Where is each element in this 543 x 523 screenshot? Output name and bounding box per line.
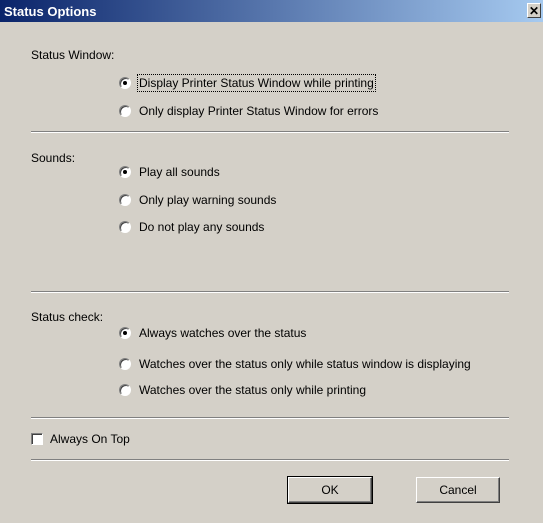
ok-button-label: OK xyxy=(321,483,339,497)
separator xyxy=(31,291,509,293)
status-options-dialog: Status Options ✕ Status Window: Display … xyxy=(0,0,543,523)
radio-display-while-printing[interactable]: Display Printer Status Window while prin… xyxy=(119,74,376,92)
radio-unselected-icon xyxy=(119,221,131,233)
radio-label: Display Printer Status Window while prin… xyxy=(137,74,376,92)
radio-selected-icon xyxy=(119,327,131,339)
radio-unselected-icon xyxy=(119,194,131,206)
radio-no-sounds[interactable]: Do not play any sounds xyxy=(119,220,264,234)
radio-watches-while-printing[interactable]: Watches over the status only while print… xyxy=(119,383,366,397)
cancel-button[interactable]: Cancel xyxy=(416,477,500,503)
radio-watches-while-window-displaying[interactable]: Watches over the status only while statu… xyxy=(119,357,471,371)
checkbox-label: Always On Top xyxy=(50,432,130,446)
radio-always-watches[interactable]: Always watches over the status xyxy=(119,326,306,340)
title-bar[interactable]: Status Options ✕ xyxy=(0,0,543,22)
radio-label: Play all sounds xyxy=(139,165,220,179)
radio-label: Watches over the status only while print… xyxy=(139,383,366,397)
status-window-label: Status Window: xyxy=(31,48,115,62)
window-title: Status Options xyxy=(4,4,97,19)
radio-unselected-icon xyxy=(119,358,131,370)
radio-label: Watches over the status only while statu… xyxy=(139,357,471,371)
radio-label: Only play warning sounds xyxy=(139,193,277,207)
status-check-label: Status check: xyxy=(31,310,104,324)
radio-label: Only display Printer Status Window for e… xyxy=(139,104,379,118)
close-icon: ✕ xyxy=(528,4,540,18)
radio-unselected-icon xyxy=(119,384,131,396)
separator xyxy=(31,459,509,461)
checkbox-box xyxy=(31,433,43,445)
ok-button[interactable]: OK xyxy=(287,476,373,504)
radio-selected-icon xyxy=(119,77,131,89)
radio-label: Do not play any sounds xyxy=(139,220,265,234)
radio-selected-icon xyxy=(119,166,131,178)
radio-play-all-sounds[interactable]: Play all sounds xyxy=(119,165,220,179)
cancel-button-label: Cancel xyxy=(439,483,477,497)
separator xyxy=(31,131,509,133)
radio-label: Always watches over the status xyxy=(139,326,307,340)
radio-warning-sounds[interactable]: Only play warning sounds xyxy=(119,193,276,207)
close-button[interactable]: ✕ xyxy=(527,3,541,18)
always-on-top-checkbox[interactable]: Always On Top xyxy=(31,432,130,446)
radio-display-for-errors[interactable]: Only display Printer Status Window for e… xyxy=(119,104,378,118)
separator xyxy=(31,417,509,419)
radio-unselected-icon xyxy=(119,105,131,117)
sounds-label: Sounds: xyxy=(31,151,76,165)
